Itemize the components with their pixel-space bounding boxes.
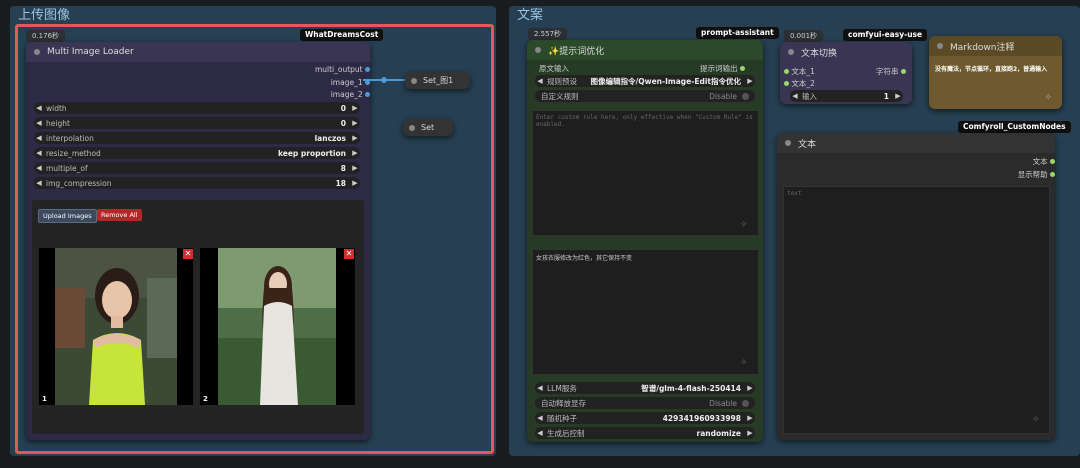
increment-arrow-icon[interactable]: ▶ xyxy=(893,92,903,100)
widget-input-select[interactable]: ◀ 输入 1 ▶ xyxy=(790,90,903,102)
right-group-title[interactable]: 文案 xyxy=(511,6,1080,26)
output-text[interactable]: 文本 xyxy=(1020,156,1055,167)
decrement-arrow-icon[interactable]: ◀ xyxy=(535,414,545,422)
node-title-bar[interactable]: 文本 xyxy=(777,133,1055,153)
set-node-2-title: Set xyxy=(421,123,435,132)
output-prompt[interactable]: 提示词输出 xyxy=(700,63,745,74)
custom-rule-textarea[interactable]: Enter custom rule here, only effective w… xyxy=(532,110,759,236)
increment-arrow-icon[interactable]: ▶ xyxy=(745,414,755,422)
output-dot-icon[interactable] xyxy=(900,69,906,74)
node-title: 文本切换 xyxy=(801,48,838,59)
markdown-note-node[interactable]: Markdown注释 没有魔法，节点循环，直接跑2，普通输入 ✧ xyxy=(929,36,1062,109)
node-title-bar[interactable]: 文本切换 xyxy=(780,42,912,62)
node-title: Markdown注释 xyxy=(950,42,1015,53)
text-node-textarea[interactable]: text xyxy=(783,186,1050,434)
input-original-text[interactable]: 原文输入 xyxy=(539,63,569,74)
input-dot-icon[interactable] xyxy=(784,69,789,74)
toggle-knob-icon[interactable] xyxy=(742,399,749,407)
set-node-2[interactable]: Set xyxy=(403,119,453,136)
widget-llm-service[interactable]: ◀ LLM服务 智谱/glm-4-flash-250414 ▶ xyxy=(535,382,755,394)
node-title-bar[interactable]: ✨提示词优化 xyxy=(527,40,763,60)
collapse-dot-icon[interactable] xyxy=(937,43,943,49)
increment-arrow-icon[interactable]: ▶ xyxy=(745,77,755,85)
increment-arrow-icon[interactable]: ▶ xyxy=(745,429,755,437)
decrement-arrow-icon[interactable]: ◀ xyxy=(535,384,545,392)
decrement-arrow-icon[interactable]: ◀ xyxy=(790,92,800,100)
widget-control-after[interactable]: ◀ 生成后控制 randomize ▶ xyxy=(535,427,755,439)
decrement-arrow-icon[interactable]: ◀ xyxy=(535,77,545,85)
set-node-1-title: Set_图1 xyxy=(423,76,454,85)
input-text-1[interactable]: 文本_1 xyxy=(784,66,815,77)
prompt-node-timer: 2.557秒 xyxy=(528,28,568,40)
toggle-knob-icon[interactable] xyxy=(742,92,749,100)
markdown-content: 没有魔法，节点循环，直接跑2，普通输入 xyxy=(935,66,1048,73)
widget-rule-preset[interactable]: ◀ 规则预设 图像编辑指令/Qwen-Image-Edit指令优化 ▶ xyxy=(535,75,755,87)
prompt-node-badge: prompt-assistant xyxy=(696,27,779,39)
toggle-auto-release[interactable]: 自动释放显存 Disable xyxy=(535,397,755,409)
node-title: 文本 xyxy=(798,139,817,150)
node-title: ✨提示词优化 xyxy=(548,46,605,57)
sparkle-icon[interactable]: ✧ xyxy=(1032,415,1040,425)
collapse-dot-icon[interactable] xyxy=(409,124,415,131)
output-dot-icon[interactable] xyxy=(1050,159,1055,164)
output-dot-icon[interactable] xyxy=(739,66,745,71)
input-text-2[interactable]: 文本_2 xyxy=(784,78,815,89)
prompt-textarea[interactable]: 女孩衣服修改为红色，其它保持不变 xyxy=(532,249,759,375)
switch-node-timer: 0.001秒 xyxy=(784,30,824,42)
sparkle-icon[interactable]: ✧ xyxy=(740,220,748,230)
collapse-dot-icon[interactable] xyxy=(411,77,417,84)
sparkle-icon[interactable]: ✧ xyxy=(740,358,748,368)
set-node-1[interactable]: Set_图1 xyxy=(405,72,470,89)
switch-node-badge: comfyui-easy-use xyxy=(843,29,928,41)
output-string[interactable]: 字符串 xyxy=(876,66,906,77)
collapse-dot-icon[interactable] xyxy=(535,47,541,53)
collapse-dot-icon[interactable] xyxy=(785,140,791,146)
text-node-badge: Comfyroll_CustomNodes xyxy=(958,121,1071,133)
output-show-help[interactable]: 显示帮助 xyxy=(1005,169,1055,180)
increment-arrow-icon[interactable]: ▶ xyxy=(745,384,755,392)
output-dot-icon[interactable] xyxy=(1050,172,1055,177)
input-dot-icon[interactable] xyxy=(784,81,789,86)
sparkle-icon[interactable]: ✧ xyxy=(1044,93,1052,103)
decrement-arrow-icon[interactable]: ◀ xyxy=(535,429,545,437)
node-title-bar[interactable]: Markdown注释 xyxy=(929,36,1062,56)
widget-random-seed[interactable]: ◀ 随机种子 429341960933998 ▶ xyxy=(535,412,755,424)
toggle-custom-rule[interactable]: 自定义规则 Disable xyxy=(535,90,755,102)
collapse-dot-icon[interactable] xyxy=(788,49,794,55)
